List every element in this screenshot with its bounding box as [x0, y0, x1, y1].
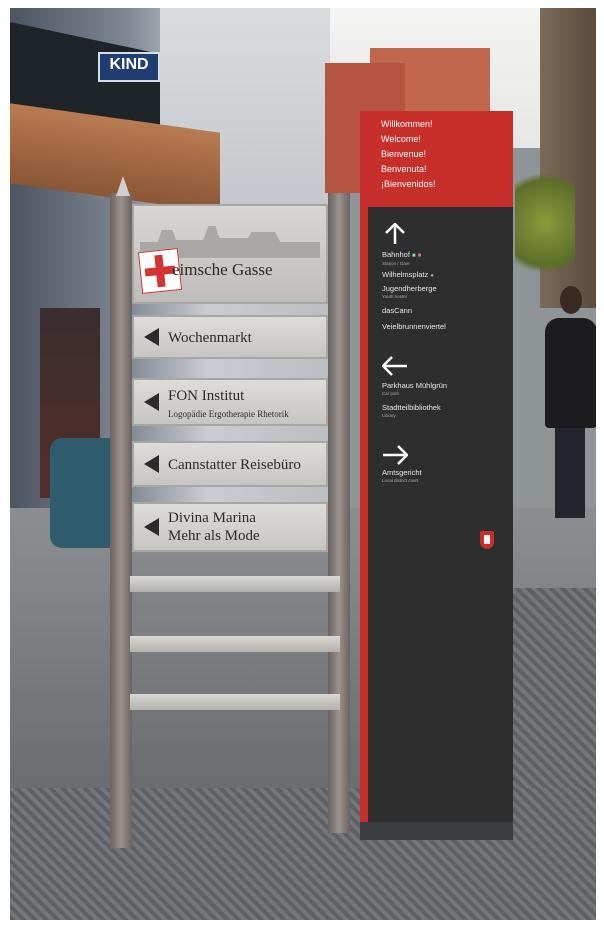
- pedestrian: [540, 278, 596, 533]
- left-arrow-icon: [144, 518, 159, 536]
- signpost-left-pole: [110, 193, 132, 848]
- destination-sub: Local district court: [382, 478, 419, 483]
- signpost-rail: [130, 694, 340, 710]
- destination-sub: Youth hostel: [382, 294, 407, 299]
- destination-name: Jugendherberge: [382, 284, 437, 293]
- direction-plate: Wochenmarkt: [132, 315, 328, 359]
- left-arrow-icon: [144, 455, 159, 473]
- subway-icon: ●: [430, 273, 434, 279]
- destination-name: Bahnhof: [382, 250, 410, 259]
- signpost-rail: [130, 576, 340, 592]
- left-arrow-icon: [144, 393, 159, 411]
- destination-entry: Bahnhof ■ ■ Station / Gare: [382, 250, 421, 267]
- left-arrow-icon: [144, 328, 159, 346]
- plate-text: Wochenmarkt: [168, 330, 252, 346]
- direction-plate: Cannstatter Reisebüro: [132, 441, 328, 487]
- greeting: Bienvenue!: [381, 149, 427, 159]
- bus-icon: ■: [417, 253, 422, 259]
- greeting: Benvenuta!: [381, 164, 427, 174]
- destination-entry: Stadtteilbibliothek Library: [382, 403, 441, 419]
- destination-entry: Veielbrunnenviertel: [382, 322, 446, 332]
- destination-name: dasCann: [382, 306, 413, 315]
- destination-name: Wilhelmsplatz: [382, 270, 429, 279]
- destination-name: Veielbrunnenviertel: [382, 322, 446, 331]
- destination-name: Stadtteilbibliothek: [382, 403, 441, 412]
- right-arrow-icon: [383, 445, 408, 465]
- destination-sub: Library: [382, 413, 396, 418]
- destination-entry: Parkhaus Mühlgrün Car park: [382, 381, 447, 397]
- destination-name: Amtsgericht: [382, 468, 422, 477]
- plate-text: Divina Marina: [168, 510, 256, 526]
- greeting-panel: Willkommen! Welcome! Bienvenue! Benvenut…: [368, 111, 513, 207]
- plate-text: Cannstatter Reisebüro: [168, 457, 301, 473]
- destination-entry: Wilhelmsplatz ●: [382, 270, 434, 281]
- street-name-plate: eimsche Gasse: [132, 204, 328, 304]
- destination-entry: Jugendherberge Youth hostel: [382, 284, 437, 300]
- destination-entry: dasCann: [382, 306, 412, 316]
- cobblestones-right: [510, 588, 596, 788]
- destination-name: Parkhaus Mühlgrün: [382, 381, 448, 390]
- destination-sub: Station / Gare: [382, 261, 410, 266]
- tree: [515, 158, 575, 288]
- plate-text: Mehr als Mode: [168, 528, 260, 544]
- left-arrow-icon: [382, 356, 407, 376]
- greeting: ¡Bienvenidos!: [381, 179, 436, 189]
- street-name: eimsche Gasse: [172, 260, 273, 279]
- street-photo: KIND eimsche Gasse Wochenmarkt FON Insti…: [10, 8, 596, 920]
- signpost-right-pole: [328, 193, 350, 833]
- plate-subtext: Logopädie Ergotherapie Rhetorik: [168, 409, 289, 419]
- up-arrow-icon: [385, 223, 405, 244]
- greeting: Welcome!: [381, 134, 421, 144]
- signpost-rail: [130, 636, 340, 652]
- destination-entry: Amtsgericht Local district court: [382, 468, 422, 484]
- city-crest-icon: [480, 531, 494, 549]
- greeting: Willkommen!: [381, 119, 433, 129]
- plate-text: FON Institut: [168, 388, 245, 404]
- destination-sub: Car park: [382, 391, 400, 396]
- shop-sign: KIND: [98, 52, 160, 82]
- train-icon: ■: [411, 253, 416, 259]
- direction-plate: Divina Marina Mehr als Mode: [132, 502, 328, 552]
- pylon-base: [360, 822, 513, 840]
- direction-plate: FON Institut Logopädie Ergotherapie Rhet…: [132, 378, 328, 426]
- wayfinding-pylon: Willkommen! Welcome! Bienvenue! Benvenut…: [360, 111, 513, 837]
